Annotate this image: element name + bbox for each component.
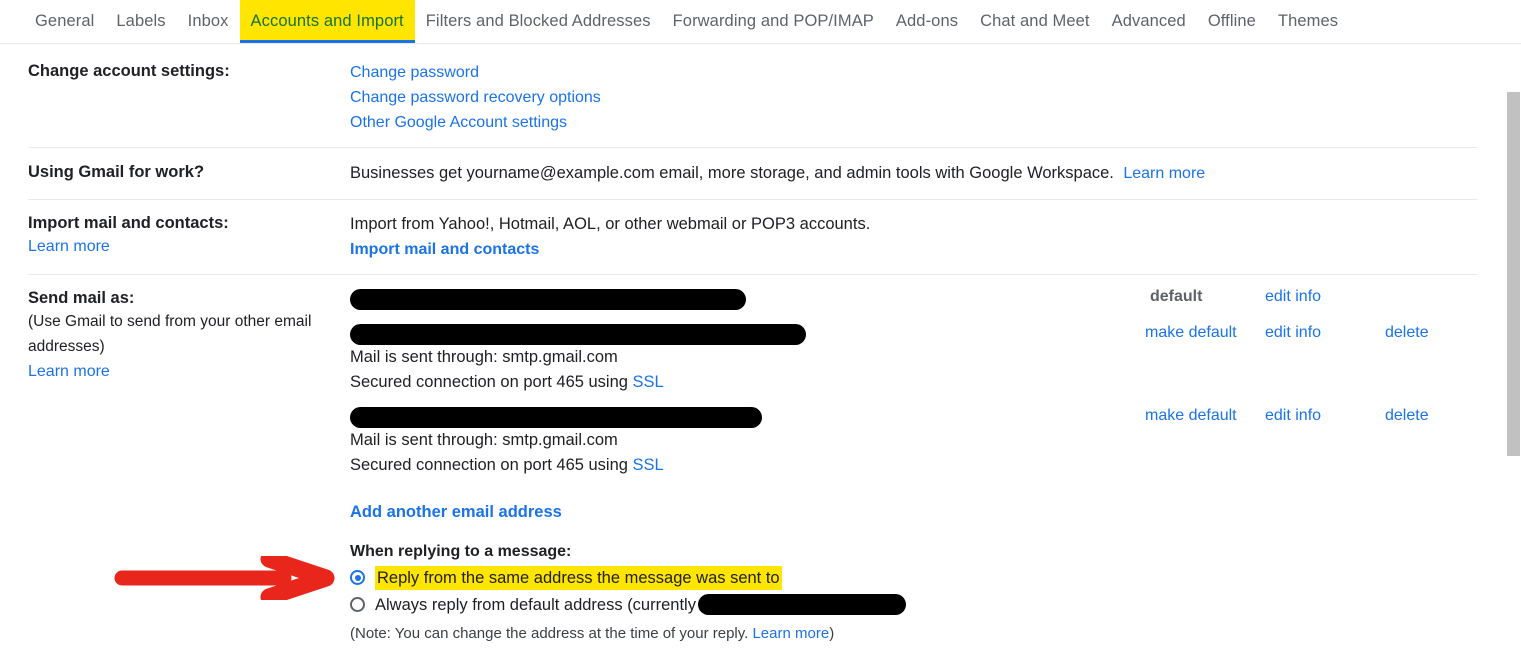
redacted-email-address (350, 324, 806, 345)
entry-detail-text: Secured connection on port 465 using (350, 373, 633, 391)
settings-tabs: General Labels Inbox Accounts and Import Fil… (0, 0, 1521, 43)
redacted-default-address (697, 594, 906, 615)
using-gmail-for-work-learn-more-link[interactable]: Learn more (1123, 161, 1205, 186)
settings-content: Change account settings: Change password… (0, 44, 1495, 656)
link-row: Other Google Account settings (350, 110, 1477, 135)
entry-detail-text: Secured connection on port 465 using (350, 456, 633, 474)
send-mail-as-entry: default edit info (350, 287, 1477, 310)
row-send-mail-as: Send mail as: (Use Gmail to send from yo… (28, 275, 1477, 656)
reply-note: (Note: You can change the address at the… (350, 621, 1477, 646)
reply-option-label: Reply from the same address the message … (375, 565, 782, 590)
entry-detail-line: Secured connection on port 465 using SSL (350, 453, 1477, 478)
radio-selected-icon[interactable] (350, 570, 365, 585)
action-make-default[interactable]: make default (1145, 407, 1237, 425)
send-mail-as-label: Send mail as: (28, 289, 135, 307)
tab-advanced[interactable]: Advanced (1101, 0, 1197, 43)
vertical-scrollbar-track[interactable] (1506, 44, 1521, 656)
change-account-settings-label: Change account settings: (28, 62, 230, 80)
import-mail-learn-more-link[interactable]: Learn more (28, 234, 110, 259)
change-password-recovery-options-link[interactable]: Change password recovery options (350, 85, 601, 110)
using-gmail-for-work-text: Businesses get yourname@example.com emai… (350, 164, 1114, 182)
gmail-settings-page: General Labels Inbox Accounts and Import Fil… (0, 0, 1521, 656)
reply-note-close-paren: ) (829, 625, 835, 642)
action-make-default[interactable]: make default (1145, 324, 1237, 342)
entry-detail-text: Mail is sent through: smtp.gmail.com (350, 348, 618, 366)
entry-detail-text: Mail is sent through: smtp.gmail.com (350, 431, 618, 449)
settings-tab-bar: General Labels Inbox Accounts and Import Fil… (0, 0, 1521, 44)
tab-themes[interactable]: Themes (1267, 0, 1349, 43)
tab-inbox[interactable]: Inbox (177, 0, 240, 43)
radio-unselected-icon[interactable] (350, 597, 365, 612)
ssl-link[interactable]: SSL (633, 453, 664, 478)
when-replying-title: When replying to a message: (350, 543, 572, 560)
tab-accounts-and-import[interactable]: Accounts and Import (239, 0, 415, 43)
import-mail-label-col: Import mail and contacts: Learn more (28, 212, 350, 259)
when-replying-section: When replying to a message: Reply from th… (350, 541, 1477, 646)
row-change-account-settings: Change account settings: Change password… (28, 44, 1477, 148)
reply-option-row[interactable]: Always reply from default address (curre… (350, 592, 1477, 617)
tab-general[interactable]: General (24, 0, 105, 43)
send-mail-as-learn-more-link[interactable]: Learn more (28, 359, 110, 384)
add-another-email-address-link[interactable]: Add another email address (350, 500, 562, 525)
entry-detail-line: Mail is sent through: smtp.gmail.com (350, 428, 1477, 453)
send-mail-as-entries: default edit info Mail is sent through: sm… (350, 287, 1477, 646)
ssl-link[interactable]: SSL (633, 370, 664, 395)
action-edit-info[interactable]: edit info (1265, 407, 1321, 425)
send-mail-as-sublabel: (Use Gmail to send from your other email… (28, 313, 312, 355)
change-password-link[interactable]: Change password (350, 60, 479, 85)
tab-forwarding-and-pop-imap[interactable]: Forwarding and POP/IMAP (662, 0, 885, 43)
using-gmail-for-work-label: Using Gmail for work? (28, 163, 205, 181)
using-gmail-for-work-body: Businesses get yourname@example.com emai… (350, 161, 1477, 186)
vertical-scrollbar-thumb[interactable] (1507, 92, 1520, 456)
reply-option-row[interactable]: Reply from the same address the message … (350, 565, 1477, 590)
link-row: Change password (350, 60, 1477, 85)
action-edit-info[interactable]: edit info (1265, 324, 1321, 342)
action-edit-info[interactable]: edit info (1265, 288, 1321, 306)
tab-offline[interactable]: Offline (1197, 0, 1267, 43)
using-gmail-for-work-label-col: Using Gmail for work? (28, 161, 350, 183)
send-mail-as-entry: Mail is sent through: smtp.gmail.com Secu… (350, 324, 1477, 395)
tab-labels[interactable]: Labels (105, 0, 176, 43)
tab-add-ons[interactable]: Add-ons (885, 0, 969, 43)
change-account-settings-links: Change password Change password recovery… (350, 60, 1477, 135)
reply-note-learn-more-link[interactable]: Learn more (752, 621, 829, 646)
import-mail-body: Import from Yahoo!, Hotmail, AOL, or oth… (350, 212, 1477, 262)
import-mail-description: Import from Yahoo!, Hotmail, AOL, or oth… (350, 215, 871, 233)
action-delete[interactable]: delete (1385, 324, 1429, 342)
entry-detail-line: Mail is sent through: smtp.gmail.com (350, 345, 1477, 370)
tab-filters-and-blocked-addresses[interactable]: Filters and Blocked Addresses (415, 0, 662, 43)
action-delete[interactable]: delete (1385, 407, 1429, 425)
redacted-email-address (350, 289, 746, 310)
other-google-account-settings-link[interactable]: Other Google Account settings (350, 110, 567, 135)
reply-note-text: (Note: You can change the address at the… (350, 625, 753, 642)
reply-option-label: Always reply from default address (curre… (375, 595, 696, 614)
row-using-gmail-for-work: Using Gmail for work? Businesses get you… (28, 148, 1477, 200)
send-mail-as-label-col: Send mail as: (Use Gmail to send from yo… (28, 287, 350, 384)
redacted-email-address (350, 407, 762, 428)
import-mail-and-contacts-action-link[interactable]: Import mail and contacts (350, 237, 539, 262)
row-import-mail-and-contacts: Import mail and contacts: Learn more Imp… (28, 200, 1477, 275)
link-row: Change password recovery options (350, 85, 1477, 110)
entry-detail-line: Secured connection on port 465 using SSL (350, 370, 1477, 395)
tab-chat-and-meet[interactable]: Chat and Meet (969, 0, 1101, 43)
action-default: default (1150, 288, 1203, 305)
change-account-settings-label-col: Change account settings: (28, 60, 350, 82)
import-mail-and-contacts-label: Import mail and contacts: (28, 214, 229, 232)
send-mail-as-entry: Mail is sent through: smtp.gmail.com Secu… (350, 407, 1477, 478)
